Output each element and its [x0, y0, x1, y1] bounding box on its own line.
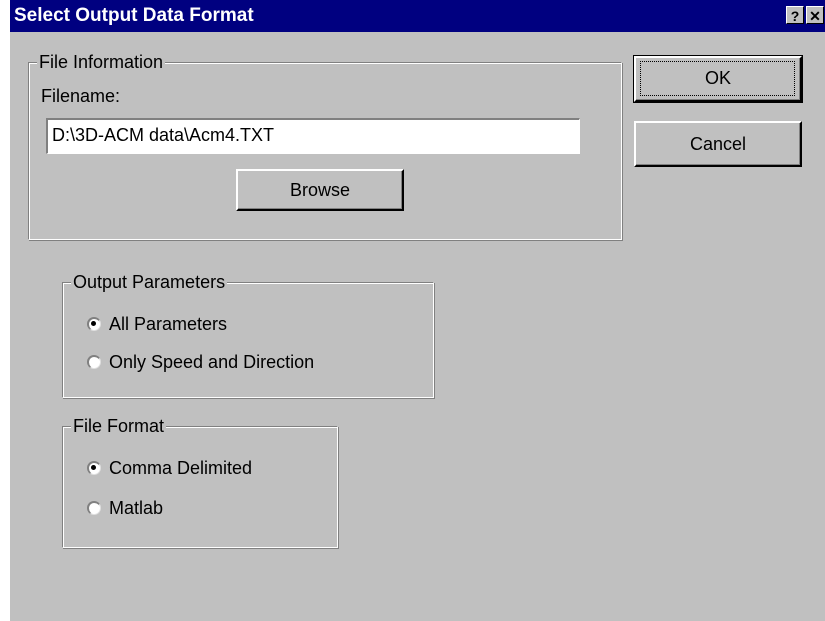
radio-button[interactable] — [87, 355, 101, 369]
cancel-button[interactable]: Cancel — [634, 121, 802, 167]
output-parameters-legend: Output Parameters — [71, 271, 228, 293]
ok-button[interactable]: OK — [633, 55, 803, 103]
browse-button-label: Browse — [289, 180, 351, 200]
file-information-group: File Information Filename: D:\3D-ACM dat… — [28, 51, 622, 240]
help-button[interactable]: ? — [786, 6, 804, 24]
close-button[interactable]: ✕ — [806, 6, 824, 24]
output-parameters-group: Output Parameters All Parameters Only Sp… — [62, 271, 434, 398]
radio-label: Only Speed and Direction — [109, 352, 315, 372]
file-information-legend: File Information — [37, 51, 166, 73]
filename-input[interactable]: D:\3D-ACM data\Acm4.TXT — [46, 118, 580, 154]
title-bar[interactable]: Select Output Data Format ? ✕ — [10, 0, 825, 32]
radio-button[interactable] — [87, 501, 101, 515]
radio-label: All Parameters — [109, 314, 228, 334]
radio-button-checked[interactable] — [87, 317, 101, 331]
cancel-button-label: Cancel — [689, 134, 747, 154]
browse-button[interactable]: Browse — [236, 169, 404, 211]
filename-label: Filename: — [41, 86, 121, 106]
dialog-title: Select Output Data Format — [14, 5, 254, 26]
select-output-dialog: Select Output Data Format ? ✕ File Infor… — [8, 0, 825, 621]
radio-label: Comma Delimited — [109, 458, 253, 478]
radio-label: Matlab — [109, 498, 164, 518]
file-format-legend: File Format — [71, 415, 167, 437]
file-format-group: File Format Comma Delimited Matlab — [62, 415, 338, 548]
radio-button-checked[interactable] — [87, 461, 101, 475]
ok-focus-rect — [640, 61, 795, 96]
